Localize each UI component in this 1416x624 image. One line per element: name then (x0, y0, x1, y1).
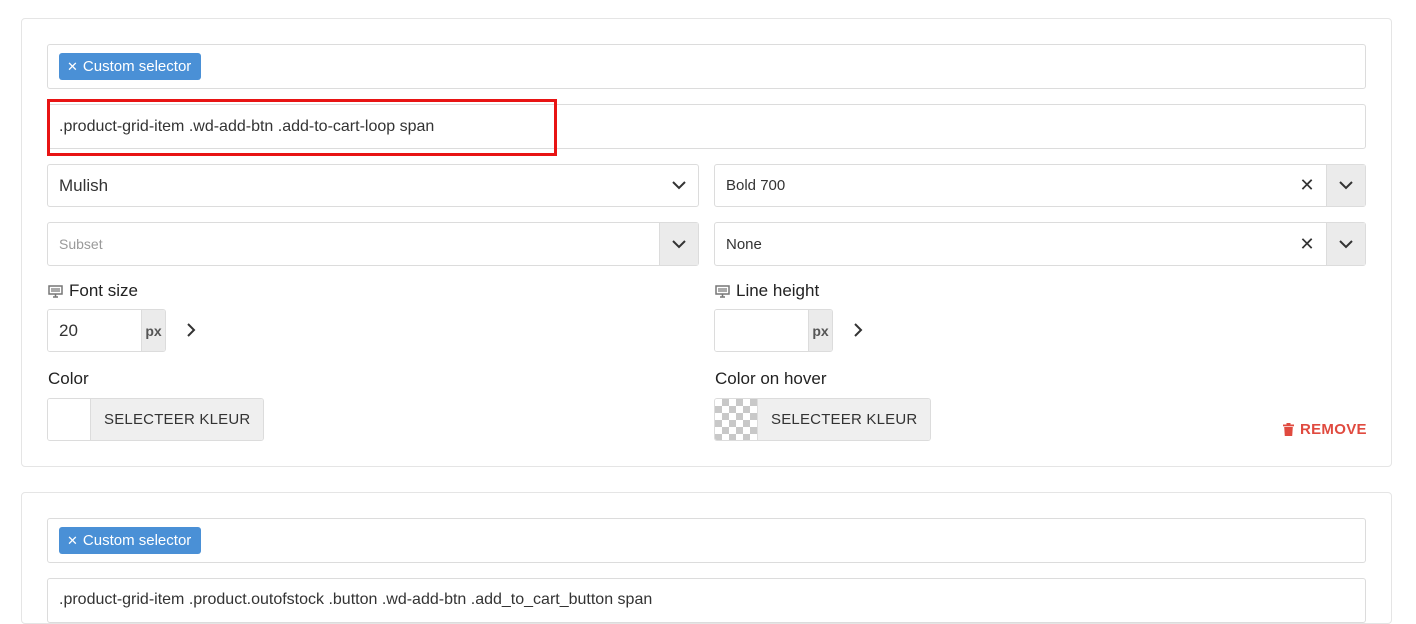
font-size-label-text: Font size (69, 281, 138, 300)
color-picker-button[interactable]: SELECTEER KLEUR (47, 398, 265, 441)
select-color-hover-label: SELECTEER KLEUR (758, 399, 931, 440)
desktop-icon[interactable] (715, 284, 730, 298)
tag-remove-icon[interactable]: ✕ (67, 59, 78, 75)
color-hover-picker-button[interactable]: SELECTEER KLEUR (714, 398, 932, 441)
custom-selector-tag: ✕ Custom selector (59, 53, 202, 80)
tag-label: Custom selector (82, 58, 192, 75)
font-size-input-group: px (47, 309, 166, 352)
chevron-down-icon[interactable] (659, 223, 698, 265)
font-family-value: Mulish (59, 175, 109, 195)
typography-panel-2: ✕ Custom selector .product-grid-item .pr… (21, 492, 1392, 624)
transparent-swatch (715, 399, 758, 440)
custom-selector-input[interactable]: .product-grid-item .wd-add-btn .add-to-c… (47, 104, 1366, 149)
line-height-label-text: Line height (736, 281, 820, 300)
typography-panel-1: ✕ Custom selector .product-grid-item .wd… (21, 18, 1392, 467)
chevron-down-icon (660, 165, 698, 206)
chevron-down-icon[interactable] (1326, 223, 1365, 265)
chevron-right-icon[interactable] (848, 320, 868, 340)
subset-select[interactable]: Subset (47, 222, 699, 266)
line-height-input[interactable] (715, 310, 808, 351)
selector-tag-field[interactable]: ✕ Custom selector (47, 44, 1366, 89)
selector-tag-field[interactable]: ✕ Custom selector (47, 518, 1366, 563)
font-size-label: Font size (48, 281, 138, 301)
color-label: Color (48, 369, 89, 388)
text-transform-value: None (726, 235, 762, 253)
tag-label: Custom selector (82, 532, 192, 549)
tag-remove-icon[interactable]: ✕ (67, 533, 78, 549)
select-color-label: SELECTEER KLEUR (91, 399, 264, 440)
line-height-label: Line height (715, 281, 819, 301)
text-transform-select[interactable]: None ✕ (714, 222, 1366, 266)
color-hover-label: Color on hover (715, 369, 827, 388)
remove-label: REMOVE (1300, 421, 1367, 438)
subset-placeholder: Subset (59, 236, 103, 252)
custom-selector-value: .product-grid-item .product.outofstock .… (59, 591, 653, 608)
font-weight-value: Bold 700 (726, 177, 786, 194)
line-height-input-group: px (714, 309, 833, 352)
color-swatch (48, 399, 91, 440)
clear-icon[interactable]: ✕ (1288, 165, 1326, 206)
font-size-input[interactable] (48, 310, 141, 351)
clear-icon[interactable]: ✕ (1288, 223, 1326, 265)
font-family-select[interactable]: Mulish (47, 164, 699, 207)
font-size-unit: px (141, 310, 165, 351)
chevron-down-icon[interactable] (1326, 165, 1365, 206)
remove-button[interactable]: REMOVE (1283, 421, 1367, 438)
font-weight-select[interactable]: Bold 700 ✕ (714, 164, 1366, 207)
desktop-icon[interactable] (48, 284, 63, 298)
custom-selector-input[interactable]: .product-grid-item .product.outofstock .… (47, 578, 1366, 623)
trash-icon (1283, 423, 1294, 436)
custom-selector-value: .product-grid-item .wd-add-btn .add-to-c… (59, 117, 435, 135)
chevron-right-icon[interactable] (181, 320, 201, 340)
custom-selector-tag: ✕ Custom selector (59, 527, 202, 554)
line-height-unit: px (808, 310, 832, 351)
